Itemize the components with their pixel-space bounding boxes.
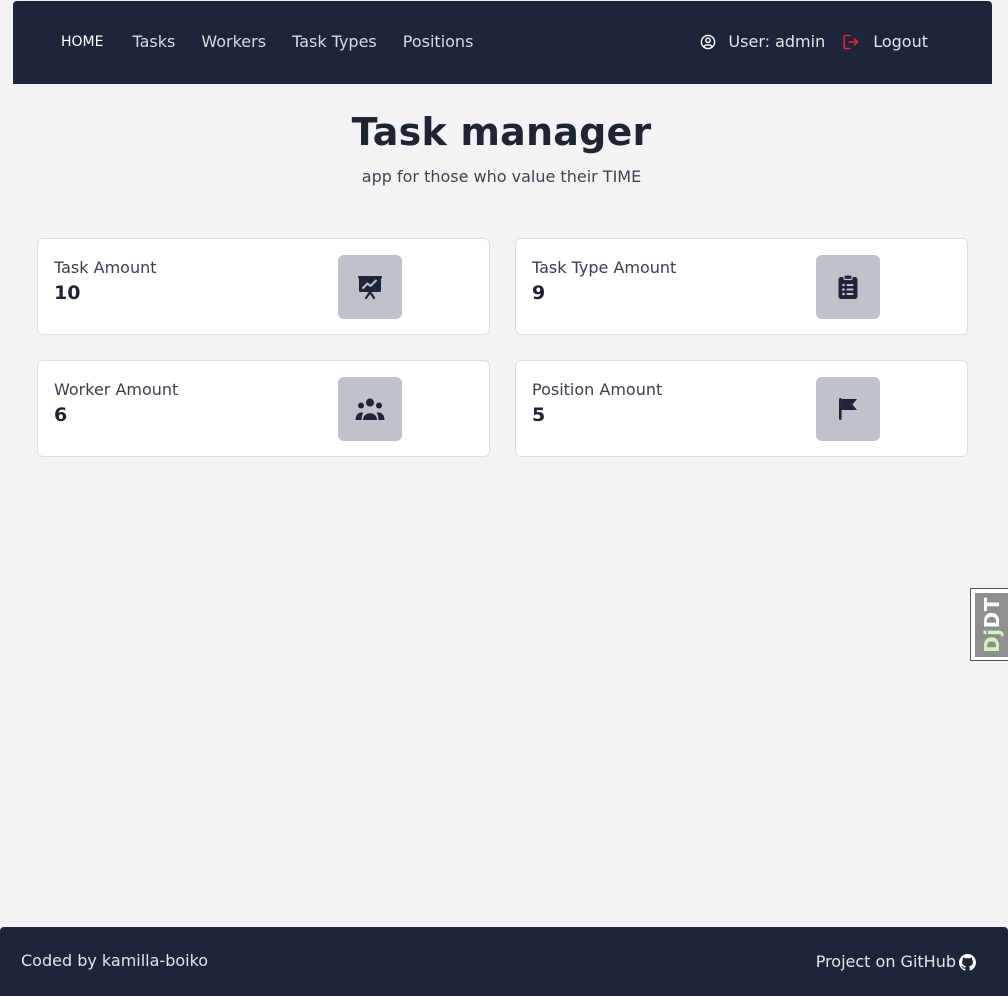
nav-user-area: User: admin Logout — [700, 32, 928, 51]
github-link[interactable]: Project on GitHub — [816, 952, 956, 971]
clipboard-list-icon — [816, 255, 880, 319]
position-amount-card: Position Amount 5 — [515, 360, 968, 457]
logout-icon[interactable] — [842, 33, 860, 51]
presentation-chart-icon — [338, 255, 402, 319]
github-icon[interactable] — [959, 954, 976, 971]
nav-link-task-types[interactable]: Task Types — [292, 32, 377, 51]
user-circle-icon — [700, 34, 716, 50]
card-value: 10 — [54, 282, 81, 304]
debug-toolbar-label: DjDT — [980, 597, 1004, 653]
card-label: Task Type Amount — [532, 258, 677, 277]
nav-link-home[interactable]: HOME — [61, 34, 103, 50]
card-label: Worker Amount — [54, 380, 179, 399]
card-value: 5 — [532, 404, 546, 426]
worker-amount-card: Worker Amount 6 — [37, 360, 490, 457]
footer: Coded by kamilla-boiko Project on GitHub — [0, 927, 1008, 996]
nav-link-workers[interactable]: Workers — [201, 32, 266, 51]
task-amount-card: Task Amount 10 — [37, 238, 490, 335]
debug-toolbar-badge: DjDT — [975, 593, 1008, 657]
nav-link-positions[interactable]: Positions — [403, 32, 474, 51]
page-title: Task manager — [351, 110, 652, 154]
user-label: User: admin — [728, 32, 826, 51]
card-label: Task Amount — [54, 258, 157, 277]
footer-github: Project on GitHub — [816, 951, 976, 971]
debug-toolbar-handle[interactable]: DjDT — [970, 588, 1008, 661]
logout-link[interactable]: Logout — [873, 32, 928, 51]
card-value: 6 — [54, 404, 68, 426]
card-label: Position Amount — [532, 380, 663, 399]
top-navbar: HOME Tasks Workers Task Types Positions … — [13, 1, 992, 84]
nav-link-tasks[interactable]: Tasks — [132, 32, 175, 51]
nav-links: HOME Tasks Workers Task Types Positions — [61, 32, 499, 51]
hero: Task manager app for those who value the… — [0, 108, 1003, 186]
flag-icon — [816, 377, 880, 441]
task-type-amount-card: Task Type Amount 9 — [515, 238, 968, 335]
card-value: 9 — [532, 282, 546, 304]
users-group-icon — [338, 377, 402, 441]
page-subtitle: app for those who value their TIME — [361, 167, 642, 186]
footer-credit: Coded by kamilla-boiko — [21, 951, 209, 970]
